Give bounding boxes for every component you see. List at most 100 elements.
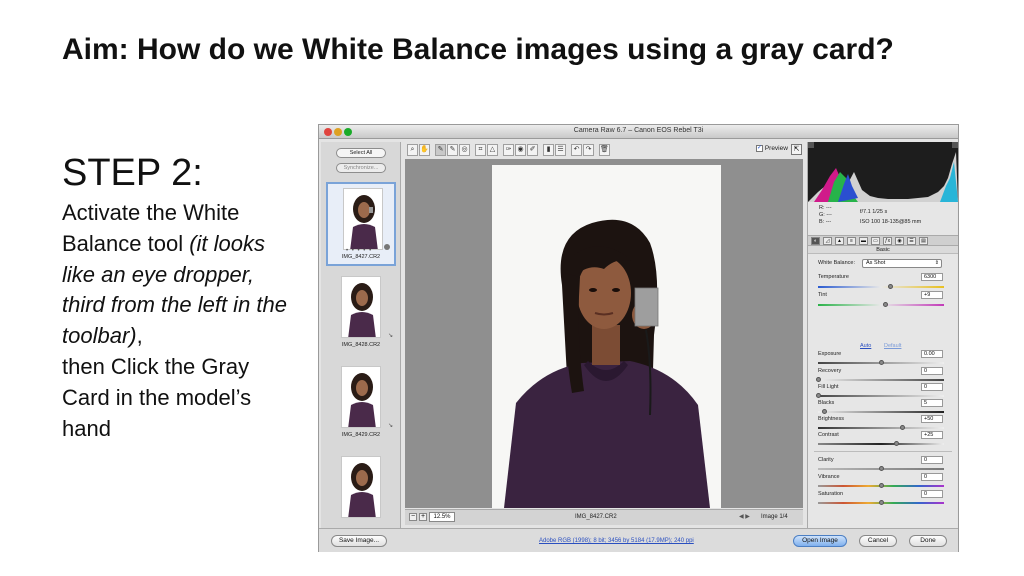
tools-toolbar: ⌕ ✋ ✎ ✎ ◎ ⌗ △ ✑ ◉ ✐ ▮ ☰ ↶ ↷ 🗑 (405, 144, 803, 158)
blacks-slider-thumb[interactable] (822, 409, 827, 414)
zoom-in-button[interactable]: + (419, 513, 427, 521)
tint-slider[interactable] (818, 304, 944, 306)
trash-icon[interactable]: 🗑 (599, 144, 610, 156)
effects-tab-icon[interactable]: ƒx (883, 237, 892, 245)
contrast-field[interactable]: +25 (921, 431, 943, 439)
vibrance-slider-thumb[interactable] (879, 483, 884, 488)
fill-light-label: Fill Light (818, 384, 839, 390)
straighten-icon[interactable]: △ (487, 144, 498, 156)
done-button[interactable]: Done (909, 535, 947, 547)
rotate-arrow-icon: ↘ (387, 333, 393, 339)
zoom-out-button[interactable]: − (409, 513, 417, 521)
fill-light-slider-thumb[interactable] (816, 393, 821, 398)
rgb-readout: R: --- G: --- B: --- f/7.1 1/25 s ISO 10… (808, 203, 958, 233)
zoom-icon[interactable]: ⌕ (407, 144, 418, 156)
default-link[interactable]: Default (884, 343, 901, 349)
graduated-filter-icon[interactable]: ▮ (543, 144, 554, 156)
lens-corrections-tab-icon[interactable]: ▭ (871, 237, 880, 245)
temperature-slider-thumb[interactable] (888, 284, 893, 289)
rotate-right-icon[interactable]: ↷ (583, 144, 594, 156)
preview-label: Preview (764, 145, 788, 153)
clarity-slider-thumb[interactable] (879, 466, 884, 471)
filmstrip-thumbnail[interactable]: ↘ IMG_8428.CR2 (326, 272, 396, 356)
saturation-field[interactable]: 0 (921, 490, 943, 498)
rotate-left-icon[interactable]: ↶ (571, 144, 582, 156)
hsl-tab-icon[interactable]: ≡ (847, 237, 856, 245)
fill-light-field[interactable]: 0 (921, 383, 943, 391)
window-title: Camera Raw 6.7 – Canon EOS Rebel T3i (573, 127, 704, 134)
filmstrip: Select All Synchronize... • • • • • IMG_… (321, 142, 401, 528)
tint-field[interactable]: +9 (921, 291, 943, 299)
cancel-button[interactable]: Cancel (859, 535, 897, 547)
exposure-label: Exposure (818, 351, 842, 357)
vibrance-field[interactable]: 0 (921, 473, 943, 481)
thumbnail-image (341, 276, 381, 338)
contrast-slider[interactable] (818, 443, 944, 445)
blacks-label: Blacks (818, 400, 835, 406)
select-all-button[interactable]: Select All (336, 148, 386, 158)
image-nav-arrows-icon[interactable]: ◀ ▶ (739, 513, 750, 520)
basic-tab-icon[interactable]: ◐ (811, 237, 820, 245)
image-counter: Image 1/4 (761, 514, 788, 520)
brightness-slider-thumb[interactable] (900, 425, 905, 430)
filmstrip-thumbnail[interactable] (326, 452, 396, 528)
camera-calibration-tab-icon[interactable]: ◉ (895, 237, 904, 245)
thumbnail-label: IMG_8429.CR2 (341, 432, 381, 438)
preferences-icon[interactable]: ☰ (555, 144, 566, 156)
white-balance-dropper-icon[interactable]: ✎ (435, 144, 446, 156)
preview-image[interactable] (492, 165, 721, 508)
contrast-slider-thumb[interactable] (894, 441, 899, 446)
contrast-label: Contrast (818, 432, 839, 438)
exposure-field[interactable]: 0.00 (921, 350, 943, 358)
thumbnail-label: IMG_8427.CR2 (341, 254, 381, 260)
clarity-field[interactable]: 0 (921, 456, 943, 464)
recovery-field[interactable]: 0 (921, 367, 943, 375)
thumbnail-label: IMG_8428.CR2 (341, 342, 381, 348)
step-text-click: then Click the Gray Card in the model’s … (62, 353, 252, 441)
step-instructions: Activate the White Balance tool (it look… (62, 198, 302, 444)
blacks-field[interactable]: 5 (921, 399, 943, 407)
tone-curve-tab-icon[interactable]: ◿ (823, 237, 832, 245)
exposure-slider-thumb[interactable] (879, 360, 884, 365)
saturation-slider-thumb[interactable] (879, 500, 884, 505)
hand-icon[interactable]: ✋ (419, 144, 430, 156)
blacks-slider[interactable] (818, 411, 944, 413)
fill-light-slider[interactable] (818, 395, 944, 397)
tint-slider-thumb[interactable] (883, 302, 888, 307)
synchronize-button[interactable]: Synchronize... (336, 163, 386, 173)
detail-tab-icon[interactable]: ▲ (835, 237, 844, 245)
temperature-slider[interactable] (818, 286, 944, 288)
brightness-slider[interactable] (818, 427, 944, 429)
filmstrip-thumbnail[interactable]: • • • • • IMG_8427.CR2 (326, 182, 396, 266)
save-image-button[interactable]: Save Image... (331, 535, 387, 547)
edited-badge-icon (384, 244, 390, 250)
crop-icon[interactable]: ⌗ (475, 144, 486, 156)
preview-checkbox[interactable]: ✓ Preview (756, 145, 788, 152)
temperature-field[interactable]: 6300 (921, 273, 943, 281)
white-balance-select[interactable]: As Shot ⇕ (862, 259, 942, 268)
workflow-options-link[interactable]: Adobe RGB (1998); 8 bit; 3456 by 5184 (1… (539, 538, 694, 544)
adjustment-brush-icon[interactable]: ✐ (527, 144, 538, 156)
checkbox-checked-icon[interactable]: ✓ (756, 145, 763, 152)
color-sampler-icon[interactable]: ✎ (447, 144, 458, 156)
rotate-arrow-icon: ↘ (387, 423, 393, 429)
temperature-label: Temperature (818, 274, 849, 280)
presets-tab-icon[interactable]: ☰ (907, 237, 916, 245)
snapshots-tab-icon[interactable]: ▤ (919, 237, 928, 245)
zoom-level-select[interactable]: 12.5% (429, 512, 455, 522)
fullscreen-icon[interactable]: ⇱ (791, 144, 802, 155)
red-eye-icon[interactable]: ◉ (515, 144, 526, 156)
dialog-footer: Save Image... Adobe RGB (1998); 8 bit; 3… (319, 528, 958, 552)
brightness-field[interactable]: +50 (921, 415, 943, 423)
recovery-slider-thumb[interactable] (816, 377, 821, 382)
target-adjust-icon[interactable]: ◎ (459, 144, 470, 156)
spot-removal-icon[interactable]: ✑ (503, 144, 514, 156)
split-toning-tab-icon[interactable]: ▬ (859, 237, 868, 245)
filmstrip-thumbnail[interactable]: ↘ IMG_8429.CR2 (326, 362, 396, 446)
image-canvas[interactable] (405, 159, 803, 508)
blue-value: B: --- (819, 219, 832, 225)
green-value: G: --- (819, 212, 832, 218)
auto-link[interactable]: Auto (860, 343, 871, 349)
open-image-button[interactable]: Open Image (793, 535, 847, 547)
recovery-slider[interactable] (818, 379, 944, 381)
